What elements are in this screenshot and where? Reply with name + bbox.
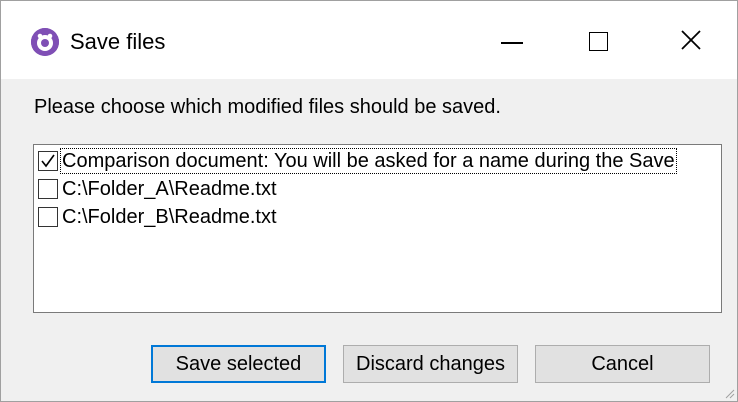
checkmark-icon <box>41 154 55 168</box>
title-bar[interactable]: Save files <box>1 1 737 79</box>
checkbox[interactable] <box>38 207 58 227</box>
file-list-item[interactable]: C:\Folder_A\Readme.txt <box>38 177 278 201</box>
file-label: C:\Folder_A\Readme.txt <box>62 178 277 200</box>
app-icon <box>31 28 59 56</box>
file-list[interactable]: Comparison document: You will be asked f… <box>33 144 722 313</box>
file-label: C:\Folder_B\Readme.txt <box>62 206 277 228</box>
checkbox[interactable] <box>38 151 58 171</box>
discard-changes-button[interactable]: Discard changes <box>343 345 518 383</box>
prompt-text: Please choose which modified files shoul… <box>34 96 501 118</box>
window-title: Save files <box>70 29 166 54</box>
minimize-icon <box>501 42 523 44</box>
close-button[interactable] <box>645 1 737 79</box>
close-icon <box>681 30 701 50</box>
checkbox[interactable] <box>38 179 58 199</box>
maximize-button[interactable] <box>553 1 645 79</box>
minimize-button[interactable] <box>461 1 553 79</box>
maximize-icon <box>589 32 608 51</box>
save-selected-button[interactable]: Save selected <box>151 345 326 383</box>
save-files-dialog: Save files Please choose which modified … <box>0 0 738 402</box>
cancel-button[interactable]: Cancel <box>535 345 710 383</box>
resize-grip-icon[interactable] <box>723 387 735 399</box>
file-list-item[interactable]: C:\Folder_B\Readme.txt <box>38 205 278 229</box>
file-list-item[interactable]: Comparison document: You will be asked f… <box>38 148 677 174</box>
file-label: Comparison document: You will be asked f… <box>60 148 677 174</box>
